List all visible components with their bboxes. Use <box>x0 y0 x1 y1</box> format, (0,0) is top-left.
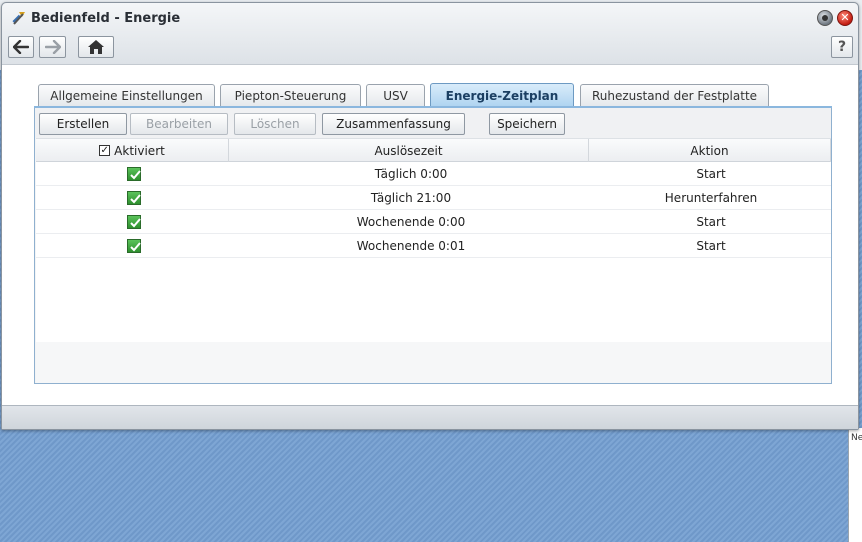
app-icon <box>10 9 28 27</box>
back-button[interactable] <box>8 36 34 58</box>
table-header: ✓ Aktiviert Auslösezeit Aktion <box>36 138 831 162</box>
home-icon <box>88 40 104 54</box>
save-button[interactable]: Speichern <box>489 113 565 135</box>
forward-button[interactable] <box>39 36 66 58</box>
back-arrow-icon <box>13 40 29 54</box>
schedule-table: ✓ Aktiviert Auslösezeit Aktion Täglich 0… <box>36 138 831 383</box>
help-button[interactable]: ? <box>831 36 853 58</box>
tab-general-settings[interactable]: Allgemeine Einstellungen <box>38 84 215 106</box>
table-row[interactable]: Wochenende 0:00 Start <box>36 210 831 234</box>
trigger-time-cell: Täglich 21:00 <box>370 190 452 205</box>
home-button[interactable] <box>78 36 114 58</box>
enabled-checkbox[interactable] <box>126 238 141 253</box>
window-title: Bedienfeld - Energie <box>31 11 181 26</box>
schedule-panel: Erstellen Bearbeiten Löschen Zusammenfas… <box>34 108 832 384</box>
action-cell: Start <box>696 166 726 181</box>
action-cell: Start <box>696 238 726 253</box>
content-area: Allgemeine Einstellungen Piepton-Steueru… <box>2 65 858 405</box>
titlebar: Bedienfeld - Energie ✕ ? <box>2 3 858 65</box>
summary-button[interactable]: Zusammenfassung <box>322 113 465 135</box>
table-row[interactable]: Wochenende 0:01 Start <box>36 234 831 258</box>
trigger-time-cell: Wochenende 0:00 <box>356 214 466 229</box>
background-side-panel: Ne <box>848 428 862 542</box>
table-row[interactable]: Täglich 21:00 Herunterfahren <box>36 186 831 210</box>
tab-power-schedule[interactable]: Energie-Zeitplan <box>430 83 574 107</box>
table-row[interactable]: Täglich 0:00 Start <box>36 162 831 186</box>
header-action[interactable]: Aktion <box>589 139 831 162</box>
table-empty-area <box>36 258 831 342</box>
header-trigger-time[interactable]: Auslösezeit <box>229 139 589 162</box>
enabled-checkbox[interactable] <box>126 166 141 181</box>
tab-ups[interactable]: USV <box>366 84 425 106</box>
trigger-time-cell: Wochenende 0:01 <box>356 238 466 253</box>
header-enabled[interactable]: ✓ Aktiviert <box>36 139 229 162</box>
delete-button[interactable]: Löschen <box>234 113 316 135</box>
edit-button[interactable]: Bearbeiten <box>130 113 228 135</box>
forward-arrow-icon <box>44 40 61 54</box>
action-toolbar: Erstellen Bearbeiten Löschen Zusammenfas… <box>35 108 831 138</box>
close-icon[interactable]: ✕ <box>837 10 853 26</box>
table-bottom-area <box>36 342 831 383</box>
enabled-checkbox[interactable] <box>126 214 141 229</box>
tab-beep-control[interactable]: Piepton-Steuerung <box>220 84 361 106</box>
side-panel-text: Ne <box>851 433 862 443</box>
trigger-time-cell: Täglich 0:00 <box>374 166 448 181</box>
action-cell: Start <box>696 214 726 229</box>
tab-hdd-hibernation[interactable]: Ruhezustand der Festplatte <box>580 84 769 106</box>
select-all-checkbox[interactable]: ✓ <box>99 145 111 156</box>
header-enabled-label: Aktiviert <box>114 143 165 158</box>
window-footer <box>2 405 858 429</box>
window-help-icon[interactable] <box>817 10 833 26</box>
create-button[interactable]: Erstellen <box>39 113 127 135</box>
enabled-checkbox[interactable] <box>126 190 141 205</box>
action-cell: Herunterfahren <box>664 190 758 205</box>
control-panel-window: Bedienfeld - Energie ✕ ? Allgemeine Eins… <box>1 2 859 430</box>
